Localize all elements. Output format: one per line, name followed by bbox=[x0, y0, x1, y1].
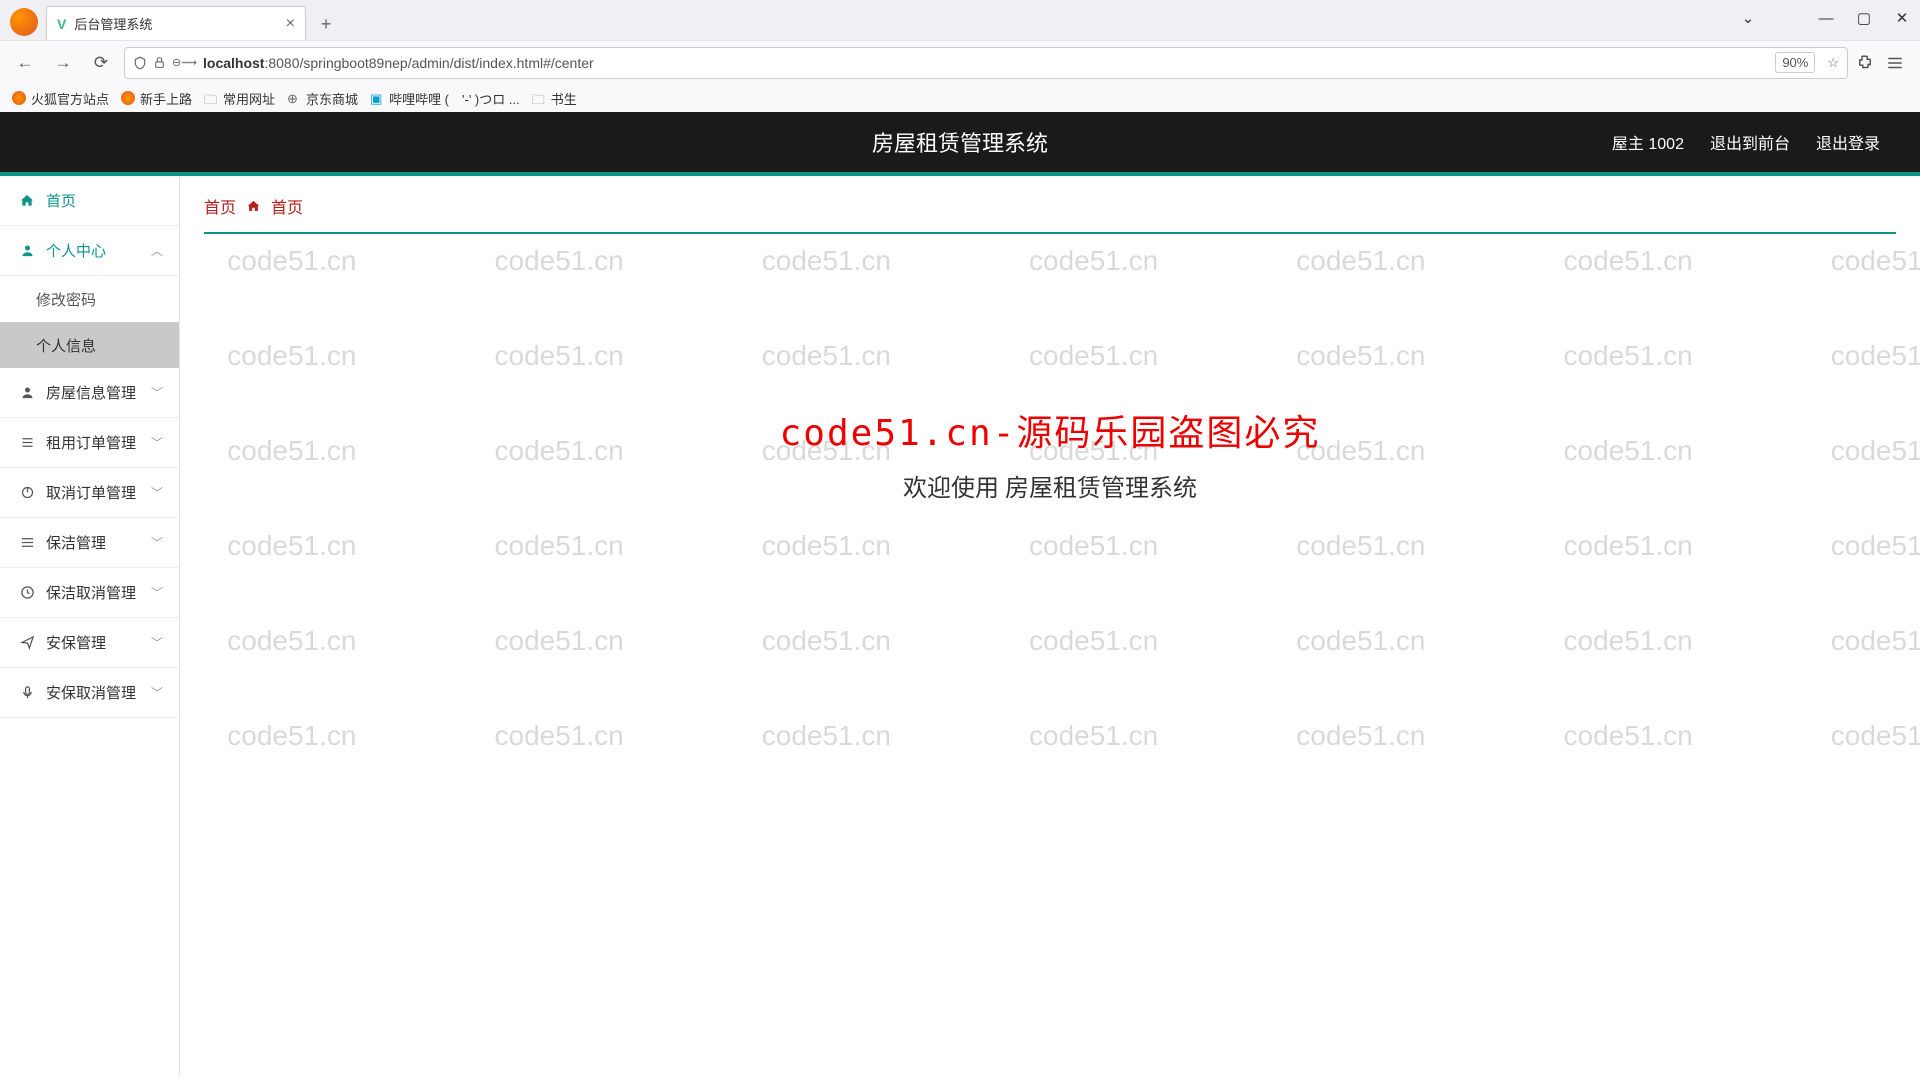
bookmark-item[interactable]: ▣哔哩哔哩 ( '-' )つロ ... bbox=[370, 89, 520, 108]
nav-bar: ← → ⟳ ⊖⟿ localhost:8080/springboot89nep/… bbox=[0, 40, 1920, 84]
jd-icon: ⊕ bbox=[287, 91, 301, 105]
menu-icon bbox=[18, 535, 36, 550]
exit-to-front-button[interactable]: 退出到前台 bbox=[1710, 130, 1790, 154]
home-icon bbox=[18, 193, 36, 209]
bookmark-item[interactable]: 新手上路 bbox=[121, 89, 192, 108]
app-menu-icon[interactable] bbox=[1886, 54, 1904, 72]
sidebar-cleaning[interactable]: 保洁管理 ﹀ bbox=[0, 518, 179, 568]
sidebar-item-label: 取消订单管理 bbox=[46, 482, 136, 503]
url-bar[interactable]: ⊖⟿ localhost:8080/springboot89nep/admin/… bbox=[124, 47, 1848, 79]
sidebar-change-password[interactable]: 修改密码 bbox=[0, 276, 179, 322]
sidebar: 首页 个人中心 ︿ 修改密码 个人信息 房屋信息管理 ﹀ 租用订单管理 ﹀ 取消… bbox=[0, 176, 180, 1076]
sidebar-personal-info[interactable]: 个人信息 bbox=[0, 322, 179, 368]
bookmark-item[interactable]: 🗀常用网址 bbox=[204, 89, 275, 108]
bookmark-star-icon[interactable]: ☆ bbox=[1827, 55, 1839, 71]
reload-button[interactable]: ⟳ bbox=[86, 48, 116, 78]
vue-icon: V bbox=[57, 16, 66, 32]
send-icon bbox=[18, 635, 36, 650]
close-window-icon[interactable]: ✕ bbox=[1892, 8, 1912, 28]
bookmark-item[interactable]: ⊕京东商城 bbox=[287, 89, 358, 108]
sidebar-item-label: 修改密码 bbox=[36, 289, 96, 310]
close-tab-icon[interactable]: × bbox=[286, 15, 295, 33]
bookmark-item[interactable]: 🗀书生 bbox=[532, 89, 577, 108]
sidebar-item-label: 首页 bbox=[46, 190, 76, 211]
sidebar-item-label: 保洁取消管理 bbox=[46, 582, 136, 603]
main-area: code51.cn-源码乐园盗图必究 欢迎使用 房屋租赁管理系统 bbox=[204, 234, 1896, 503]
watermark-banner: code51.cn-源码乐园盗图必究 bbox=[780, 404, 1321, 456]
shield-icon bbox=[133, 56, 147, 70]
sidebar-security[interactable]: 安保管理 ﹀ bbox=[0, 618, 179, 668]
bookmark-bar: 火狐官方站点 新手上路 🗀常用网址 ⊕京东商城 ▣哔哩哔哩 ( '-' )つロ … bbox=[0, 84, 1920, 112]
sidebar-house-info[interactable]: 房屋信息管理 ﹀ bbox=[0, 368, 179, 418]
bilibili-icon: ▣ bbox=[370, 91, 384, 105]
extensions-icon[interactable] bbox=[1856, 54, 1874, 72]
firefox-icon bbox=[10, 8, 38, 36]
content-area: 首页 首页 code51.cn-源码乐园盗图必究 欢迎使用 房屋租赁管理系统 bbox=[180, 176, 1920, 1076]
sidebar-item-label: 安保管理 bbox=[46, 632, 106, 653]
chevron-up-icon: ︿ bbox=[151, 242, 163, 259]
home-icon bbox=[246, 199, 261, 214]
clock-icon bbox=[18, 585, 36, 600]
logout-button[interactable]: 退出登录 bbox=[1816, 130, 1880, 154]
person-icon bbox=[18, 243, 36, 258]
folder-icon: 🗀 bbox=[532, 91, 546, 105]
browser-tab[interactable]: V 后台管理系统 × bbox=[46, 6, 306, 40]
mic-icon bbox=[18, 685, 36, 700]
power-icon bbox=[18, 485, 36, 500]
breadcrumb-first[interactable]: 首页 bbox=[204, 194, 236, 218]
sidebar-item-label: 个人中心 bbox=[46, 240, 106, 261]
zoom-indicator[interactable]: 90% bbox=[1775, 52, 1815, 73]
chevron-down-icon: ﹀ bbox=[151, 434, 163, 451]
chevron-down-icon: ﹀ bbox=[151, 684, 163, 701]
sidebar-security-cancel[interactable]: 安保取消管理 ﹀ bbox=[0, 668, 179, 718]
chevron-down-icon: ﹀ bbox=[151, 534, 163, 551]
url-text: localhost:8080/springboot89nep/admin/dis… bbox=[203, 55, 1769, 71]
lock-icon bbox=[153, 56, 166, 69]
sidebar-cancel-order[interactable]: 取消订单管理 ﹀ bbox=[0, 468, 179, 518]
sidebar-item-label: 租用订单管理 bbox=[46, 432, 136, 453]
folder-icon: 🗀 bbox=[204, 91, 218, 105]
sidebar-rent-order[interactable]: 租用订单管理 ﹀ bbox=[0, 418, 179, 468]
chevron-down-icon: ﹀ bbox=[151, 584, 163, 601]
tab-bar: V 后台管理系统 × + ⌄ — ▢ ✕ bbox=[0, 0, 1920, 40]
sidebar-home[interactable]: 首页 bbox=[0, 176, 179, 226]
person-icon bbox=[18, 385, 36, 400]
browser-chrome: V 后台管理系统 × + ⌄ — ▢ ✕ ← → ⟳ ⊖⟿ localhost:… bbox=[0, 0, 1920, 112]
sidebar-item-label: 安保取消管理 bbox=[46, 682, 136, 703]
list-icon bbox=[18, 435, 36, 450]
forward-button[interactable]: → bbox=[48, 48, 78, 78]
app-body: 首页 个人中心 ︿ 修改密码 个人信息 房屋信息管理 ﹀ 租用订单管理 ﹀ 取消… bbox=[0, 176, 1920, 1076]
sidebar-cleaning-cancel[interactable]: 保洁取消管理 ﹀ bbox=[0, 568, 179, 618]
minimize-icon[interactable]: — bbox=[1816, 8, 1836, 28]
firefox-icon bbox=[12, 91, 26, 105]
app-title: 房屋租赁管理系统 bbox=[872, 126, 1048, 158]
chevron-down-icon: ﹀ bbox=[151, 384, 163, 401]
chevron-down-icon: ﹀ bbox=[151, 634, 163, 651]
maximize-icon[interactable]: ▢ bbox=[1854, 8, 1874, 28]
new-tab-button[interactable]: + bbox=[312, 10, 340, 38]
app-header: 房屋租赁管理系统 屋主 1002 退出到前台 退出登录 bbox=[0, 112, 1920, 176]
permission-icon: ⊖⟿ bbox=[172, 56, 197, 69]
bookmark-item[interactable]: 火狐官方站点 bbox=[12, 89, 109, 108]
tabs-dropdown-icon[interactable]: ⌄ bbox=[1738, 8, 1758, 28]
breadcrumb-second[interactable]: 首页 bbox=[271, 194, 303, 218]
user-label[interactable]: 屋主 1002 bbox=[1612, 130, 1684, 154]
welcome-text: 欢迎使用 房屋租赁管理系统 bbox=[903, 468, 1197, 503]
breadcrumb: 首页 首页 bbox=[204, 194, 1896, 234]
back-button[interactable]: ← bbox=[10, 48, 40, 78]
sidebar-item-label: 房屋信息管理 bbox=[46, 382, 136, 403]
sidebar-item-label: 保洁管理 bbox=[46, 532, 106, 553]
firefox-icon bbox=[121, 91, 135, 105]
sidebar-personal-center[interactable]: 个人中心 ︿ bbox=[0, 226, 179, 276]
chevron-down-icon: ﹀ bbox=[151, 484, 163, 501]
tab-title: 后台管理系统 bbox=[74, 14, 277, 33]
sidebar-item-label: 个人信息 bbox=[36, 335, 96, 356]
